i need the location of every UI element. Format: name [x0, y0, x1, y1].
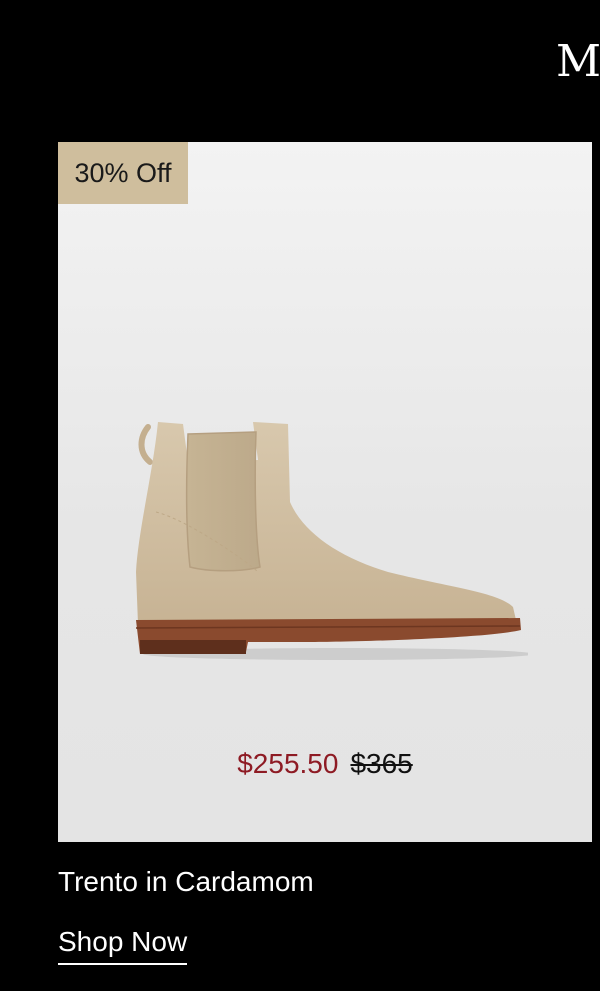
price-row: $255.50 $365: [58, 744, 592, 784]
original-price: $365: [350, 748, 413, 779]
shop-now-link[interactable]: Shop Now: [58, 922, 188, 965]
product-card[interactable]: 30% Off $255.50 $365: [58, 142, 592, 842]
header-logo-fragment: M: [556, 36, 600, 87]
product-image[interactable]: [128, 412, 528, 662]
discount-badge: 30% Off: [58, 142, 188, 204]
product-name[interactable]: Trento in Cardamom: [58, 862, 314, 902]
sale-price: $255.50: [237, 748, 339, 779]
